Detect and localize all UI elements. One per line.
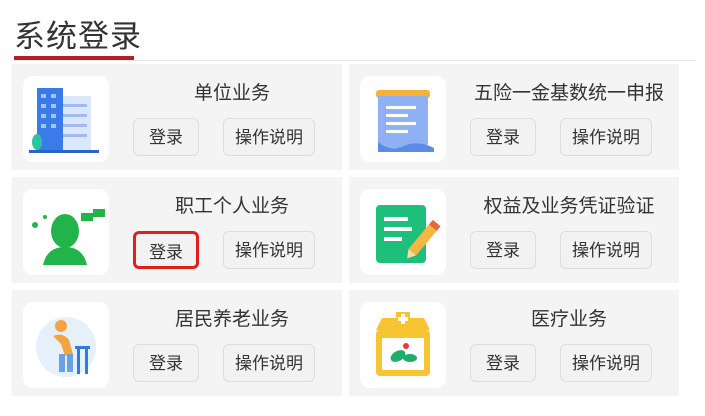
login-button[interactable]: 登录 <box>470 118 536 156</box>
service-card-pension: 居民养老业务 登录 操作说明 <box>12 290 342 396</box>
certificate-pencil-icon <box>360 189 446 275</box>
card-title: 医疗业务 <box>530 308 607 330</box>
login-button[interactable]: 登录 <box>133 344 199 382</box>
login-button[interactable]: 登录 <box>133 231 199 269</box>
card-title: 居民养老业务 <box>174 308 289 330</box>
service-card-medical: 医疗业务 登录 操作说明 <box>349 290 679 396</box>
card-title: 权益及业务凭证验证 <box>483 195 655 217</box>
instructions-button[interactable]: 操作说明 <box>223 118 315 156</box>
card-title: 职工个人业务 <box>174 195 289 217</box>
pharmacy-store-icon <box>360 302 446 388</box>
instructions-button[interactable]: 操作说明 <box>223 344 315 382</box>
instructions-button[interactable]: 操作说明 <box>223 231 315 269</box>
instructions-button[interactable]: 操作说明 <box>560 231 652 269</box>
login-button[interactable]: 登录 <box>470 344 536 382</box>
service-card-declaration: 五险一金基数统一申报 登录 操作说明 <box>349 64 679 170</box>
elderly-walker-icon <box>23 302 109 388</box>
instructions-button[interactable]: 操作说明 <box>560 344 652 382</box>
card-title: 五险一金基数统一申报 <box>473 82 664 104</box>
service-card-employee: 职工个人业务 登录 操作说明 <box>12 177 342 283</box>
document-scroll-icon <box>360 76 446 162</box>
person-chat-icon <box>23 189 109 275</box>
office-building-icon <box>23 76 109 162</box>
service-card-verification: 权益及业务凭证验证 登录 操作说明 <box>349 177 679 283</box>
login-button[interactable]: 登录 <box>470 231 536 269</box>
title-divider <box>14 60 696 61</box>
instructions-button[interactable]: 操作说明 <box>560 118 652 156</box>
login-button[interactable]: 登录 <box>133 118 199 156</box>
service-card-unit: 单位业务 登录 操作说明 <box>12 64 342 170</box>
card-title: 单位业务 <box>193 82 270 104</box>
page-title: 系统登录 <box>14 19 142 55</box>
